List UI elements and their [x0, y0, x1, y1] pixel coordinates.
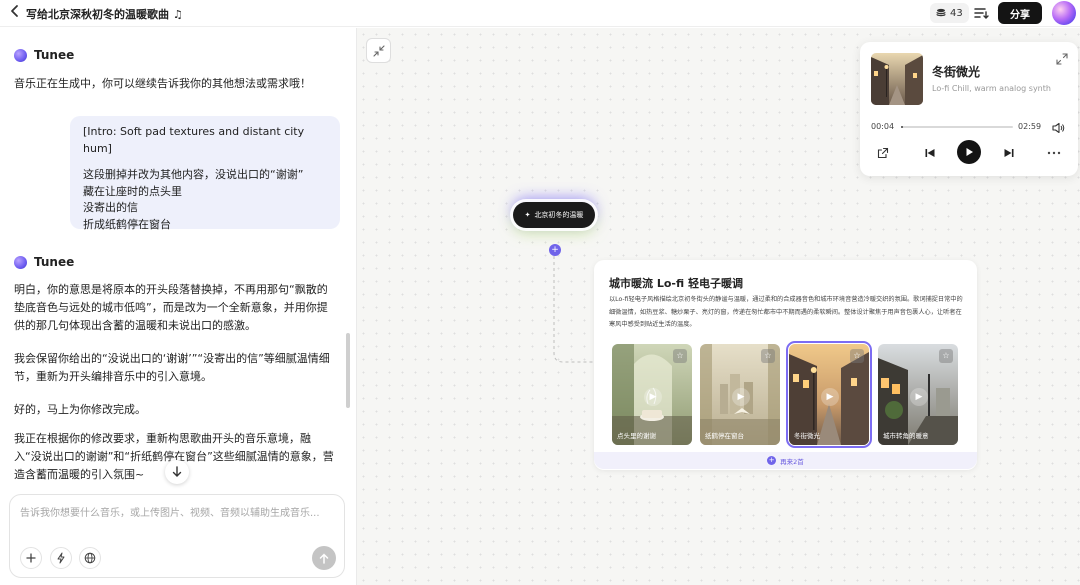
bot-header: Tunee: [14, 255, 74, 269]
top-bar: 写给北京深秋初冬的温暖歌曲 ♫ 43 分享: [0, 0, 1080, 27]
composer: [9, 494, 345, 578]
favorite-icon[interactable]: ☆: [673, 349, 687, 363]
share-out-icon[interactable]: [872, 142, 894, 164]
player-title: 冬街微光: [932, 65, 981, 79]
track-card[interactable]: ☆ ▶ 纸鹤停在窗台: [700, 344, 780, 445]
bot-avatar-icon: [14, 48, 27, 62]
bot-reply-paragraph: 明白，你的意思是将原本的开头段落替换掉，不再用那句“飘散的垫底音色与远处的城市低…: [14, 283, 328, 332]
bot-message: 音乐正在生成中，你可以继续告诉我你的其他想法或需求哦！: [14, 77, 311, 90]
music-player: 冬街微光 Lo-fi Chill, warm analog synth 00:0…: [860, 42, 1078, 176]
expand-icon[interactable]: [1055, 51, 1069, 65]
lightning-icon[interactable]: [50, 547, 72, 569]
play-icon[interactable]: ▶: [732, 387, 750, 406]
play-icon[interactable]: ▶: [821, 387, 839, 406]
add-node-icon[interactable]: +: [549, 244, 561, 256]
track-card[interactable]: ☆ ▶ 城市转角的暖意: [878, 344, 958, 445]
chat-scrollbar[interactable]: [346, 333, 350, 408]
progress-fill: [901, 126, 904, 128]
player-subtitle: Lo-fi Chill, warm analog synth: [932, 84, 1051, 93]
globe-icon[interactable]: [79, 547, 101, 569]
sparkle-icon: ✦: [524, 211, 531, 219]
coins-icon: [936, 8, 946, 17]
card-description: 以Lo-fi轻电子风格描绘北京初冬街头的静谧与温暖，通过柔和的合成器音色和城市环…: [609, 296, 963, 328]
total-time: 02:59: [1018, 122, 1042, 131]
favorite-icon[interactable]: ☆: [850, 349, 864, 363]
track-card-selected[interactable]: ☆ ▶ 冬街微光: [786, 341, 872, 448]
avatar[interactable]: [1052, 1, 1076, 25]
play-icon[interactable]: ▶: [910, 387, 928, 406]
bot-name: Tunee: [34, 48, 75, 62]
track-label: 点头里的谢谢: [617, 432, 656, 440]
plus-icon: +: [767, 456, 777, 465]
page-title: 写给北京深秋初冬的温暖歌曲 ♫: [26, 8, 183, 21]
scroll-down-icon[interactable]: [165, 460, 189, 484]
send-button[interactable]: [312, 546, 336, 570]
credits-count: 43: [950, 7, 963, 19]
bot-avatar-icon: [14, 255, 27, 269]
bot-reply-paragraph: 好的，马上为你修改完成。: [14, 403, 146, 416]
user-message-bubble: [Intro: Soft pad textures and distant ci…: [70, 116, 340, 231]
user-message-line: 折成纸鹤停在窗台: [83, 217, 171, 231]
user-message-line: 藏在让座时的点头里: [83, 184, 182, 198]
album-cover-image: [871, 53, 923, 105]
song-card: 城市暖流 Lo-fi 轻电子暖调 以Lo-fi轻电子风格描绘北京初冬街头的静谧与…: [594, 260, 977, 470]
user-message-line: 这段删掉并改为其他内容，没说出口的“谢谢”: [83, 168, 304, 181]
favorite-icon[interactable]: ☆: [939, 349, 953, 363]
favorite-icon[interactable]: ☆: [761, 349, 775, 363]
previous-icon[interactable]: [919, 142, 941, 164]
prompt-node-label: 北京初冬的温暖: [534, 211, 584, 219]
message-input[interactable]: [20, 503, 336, 523]
more-options-icon[interactable]: [1043, 142, 1065, 164]
track-label: 纸鹤停在窗台: [705, 432, 744, 440]
user-message-line: [Intro: Soft pad textures and distant ci…: [83, 125, 305, 155]
card-title: 城市暖流 Lo-fi 轻电子暖调: [609, 277, 743, 290]
track-card[interactable]: ☆ ▶ 点头里的谢谢: [612, 344, 692, 445]
prompt-node[interactable]: ✦ 北京初冬的温暖: [513, 202, 595, 228]
generate-more-button[interactable]: + 再来2首: [594, 452, 977, 469]
bot-header: Tunee: [14, 48, 74, 62]
volume-icon[interactable]: [1051, 120, 1065, 134]
play-icon[interactable]: ▶: [644, 387, 662, 406]
share-button[interactable]: 分享: [998, 2, 1042, 24]
play-button[interactable]: [957, 140, 981, 164]
back-icon[interactable]: [8, 4, 22, 22]
user-message-line: 没寄出的信: [83, 201, 138, 214]
current-time: 00:04: [871, 122, 895, 131]
next-icon[interactable]: [998, 142, 1020, 164]
chat-pane: Tunee 音乐正在生成中，你可以继续告诉我你的其他想法或需求哦！ [Intro…: [0, 28, 356, 585]
track-label: 城市转角的暖意: [883, 432, 929, 440]
track-label: 冬街微光: [794, 432, 820, 440]
add-attachment-icon[interactable]: [20, 547, 42, 569]
bot-name: Tunee: [34, 255, 75, 269]
queue-icon[interactable]: [972, 4, 990, 22]
generate-more-label: 再来2首: [780, 457, 804, 466]
bot-reply-paragraph: 我会保留你给出的“没说出口的‘谢谢’”“没寄出的信”等细腻温情细节，重新为开头编…: [14, 352, 330, 383]
progress-bar[interactable]: [901, 126, 1013, 128]
credits-badge[interactable]: 43: [930, 3, 969, 23]
